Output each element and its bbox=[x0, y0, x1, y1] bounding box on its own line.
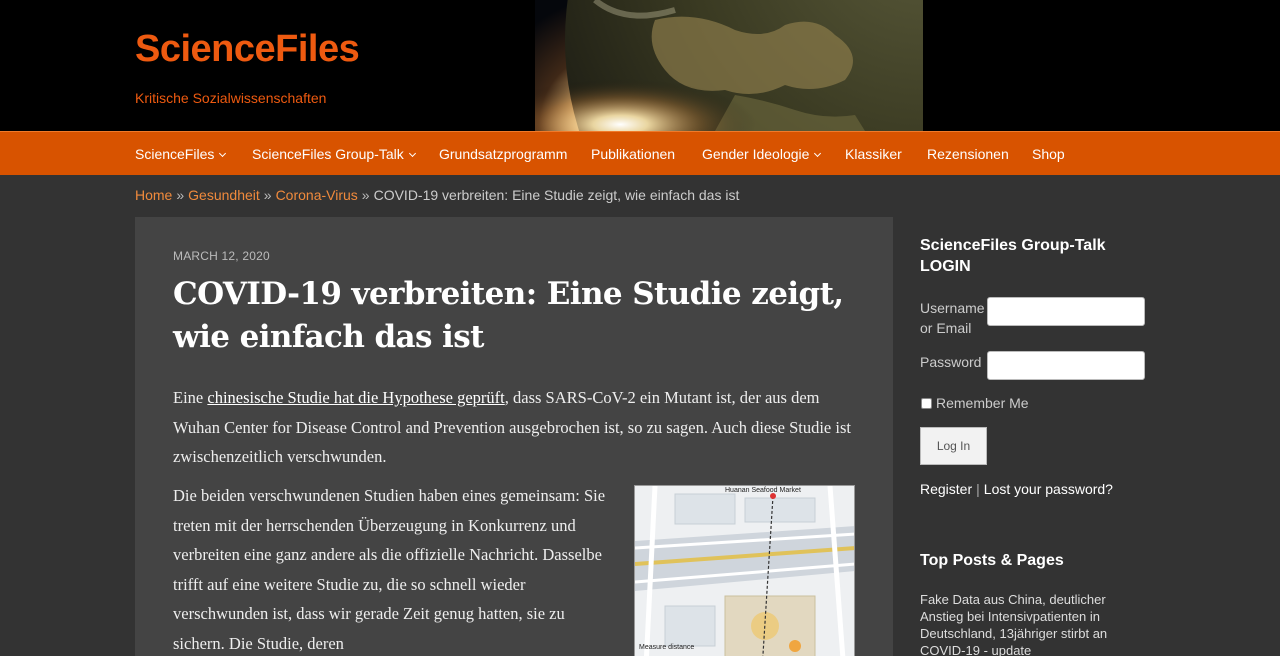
chevron-down-icon bbox=[219, 149, 227, 158]
site-tagline: Kritische Sozialwissenschaften bbox=[135, 90, 327, 106]
breadcrumb-separator: » bbox=[361, 187, 370, 203]
username-input[interactable] bbox=[987, 297, 1145, 326]
header-earth-image bbox=[535, 0, 923, 131]
breadcrumb-current: COVID-19 verbreiten: Eine Studie zeigt, … bbox=[373, 187, 740, 203]
lost-password-link[interactable]: Lost your password? bbox=[984, 481, 1113, 497]
nav-item-grundsatzprogramm[interactable]: Grundsatzprogramm bbox=[439, 132, 567, 176]
remember-me-label[interactable]: Remember Me bbox=[936, 393, 1029, 413]
earth-image bbox=[535, 0, 923, 131]
chevron-down-icon bbox=[408, 149, 416, 158]
main-navigation: ScienceFiles ScienceFiles Group-Talk Gru… bbox=[0, 131, 1280, 175]
password-input[interactable] bbox=[987, 351, 1145, 380]
article-paragraph: Die beiden verschwundenen Studien haben … bbox=[173, 486, 606, 653]
post-date: March 12, 2020 bbox=[173, 249, 270, 263]
link-separator: | bbox=[976, 481, 980, 497]
nav-item-label: Gender Ideologie bbox=[702, 146, 810, 162]
nav-item-publikationen[interactable]: Publikationen bbox=[591, 132, 675, 176]
remember-me-checkbox[interactable] bbox=[921, 398, 932, 409]
breadcrumb-gesundheit[interactable]: Gesundheit bbox=[188, 187, 260, 203]
paragraph-text: Eine bbox=[173, 388, 208, 407]
top-posts-title: Top Posts & Pages bbox=[920, 552, 1064, 569]
nav-item-klassiker[interactable]: Klassiker bbox=[845, 132, 902, 176]
post-title: COVID-19 verbreiten: Eine Studie zeigt, … bbox=[173, 276, 844, 355]
map-title: Huanan Seafood Market bbox=[725, 487, 801, 494]
breadcrumb-separator: » bbox=[176, 187, 185, 203]
login-links: Register | Lost your password? bbox=[920, 481, 1113, 497]
breadcrumb-separator: » bbox=[263, 187, 272, 203]
login-widget-title: ScienceFiles Group-Talk LOGIN bbox=[920, 237, 1106, 275]
breadcrumb: Home» Gesundheit» Corona-Virus» COVID-19 ve… bbox=[135, 187, 739, 203]
nav-item-label: ScienceFiles Group-Talk bbox=[252, 146, 404, 162]
study-link[interactable]: chinesische Studie hat die Hypothese gep… bbox=[207, 388, 504, 407]
nav-item-rezensionen[interactable]: Rezensionen bbox=[927, 132, 1009, 176]
map-measure-label: Measure distance bbox=[639, 644, 695, 651]
login-button[interactable]: Log In bbox=[920, 427, 987, 465]
top-post-link[interactable]: Fake Data aus China, deutlicher Anstieg … bbox=[920, 591, 1150, 656]
map-image bbox=[635, 486, 854, 656]
nav-item-shop[interactable]: Shop bbox=[1032, 132, 1065, 176]
site-title[interactable]: ScienceFiles bbox=[135, 28, 360, 71]
register-link[interactable]: Register bbox=[920, 481, 972, 497]
nav-item-sciencefiles[interactable]: ScienceFiles bbox=[135, 132, 227, 176]
nav-item-group-talk[interactable]: ScienceFiles Group-Talk bbox=[252, 132, 416, 176]
breadcrumb-home[interactable]: Home bbox=[135, 187, 172, 203]
breadcrumb-corona-virus[interactable]: Corona-Virus bbox=[276, 187, 358, 203]
chevron-down-icon bbox=[814, 149, 822, 158]
password-label: Password bbox=[920, 354, 982, 370]
username-label: Username or Email bbox=[920, 300, 985, 336]
article-paragraph: Eine chinesische Studie hat die Hypothes… bbox=[173, 383, 853, 472]
nav-item-gender-ideologie[interactable]: Gender Ideologie bbox=[702, 132, 822, 176]
nav-item-label: ScienceFiles bbox=[135, 146, 215, 162]
site-header: ScienceFiles Kritische Sozialwissenschaf… bbox=[0, 0, 1280, 131]
article: March 12, 2020 COVID-19 verbreiten: Eine… bbox=[135, 217, 893, 656]
map-figure[interactable]: Huanan Seafood Market Measure distance bbox=[634, 485, 855, 656]
